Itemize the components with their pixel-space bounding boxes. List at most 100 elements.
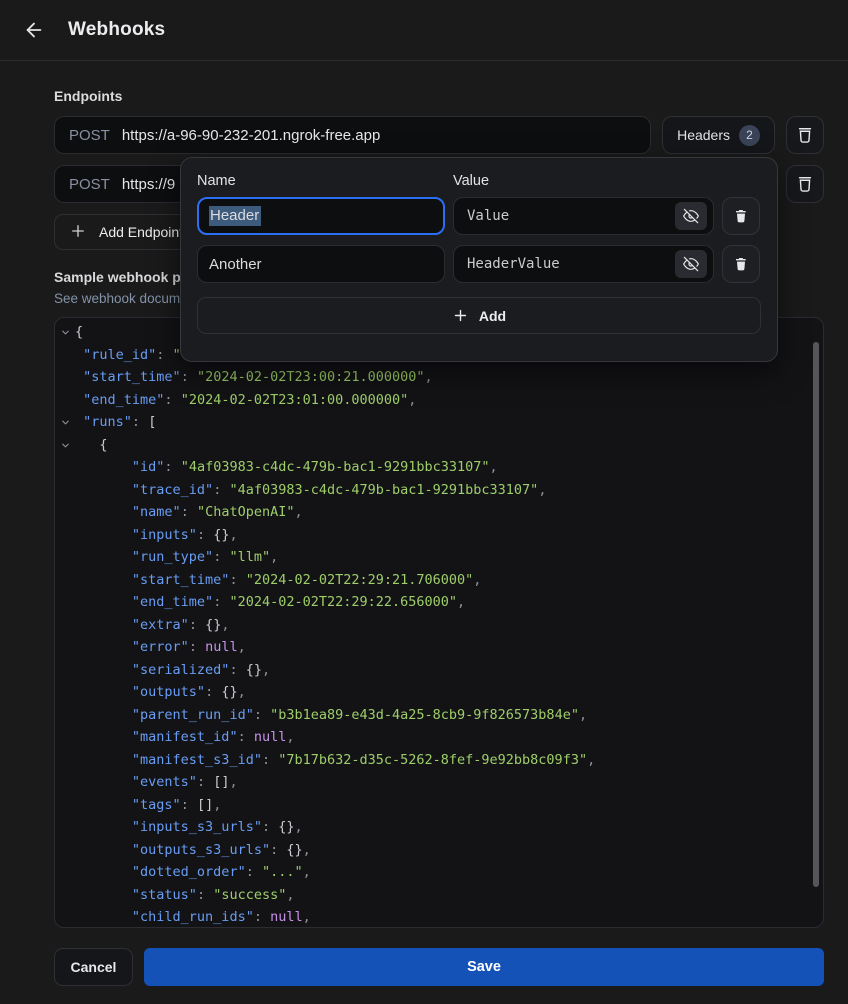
code-line-text: "run_type": "llm", [75,546,278,569]
code-gutter [55,816,75,839]
name-column-label: Name [197,173,453,189]
add-header-label: Add [479,308,506,324]
code-gutter [55,771,75,794]
code-line: "outputs": {}, [55,681,823,704]
http-method-label: POST [69,176,110,193]
code-line-text: "end_time": "2024-02-02T23:01:00.000000"… [75,389,416,412]
header-name-input[interactable]: Header [197,197,445,235]
code-line: "error": null, [55,636,823,659]
code-line: "child_run_ids": null, [55,906,823,928]
code-line: "id": "4af03983-c4dc-479b-bac1-9291bbc33… [55,456,823,479]
code-line: "start_time": "2024-02-02T22:29:21.70600… [55,569,823,592]
code-gutter [55,591,75,614]
code-line-text: "end_time": "2024-02-02T22:29:22.656000"… [75,591,465,614]
code-gutter [55,569,75,592]
trash-icon [733,256,749,272]
code-line: "runs": [ [55,411,823,434]
headers-count-badge: 2 [739,125,760,146]
code-line-text: "events": [], [75,771,238,794]
code-line: "inputs_s3_urls": {}, [55,816,823,839]
code-line-text: "start_time": "2024-02-02T23:00:21.00000… [75,366,433,389]
code-line: "end_time": "2024-02-02T22:29:22.656000"… [55,591,823,614]
save-button[interactable]: Save [144,948,824,986]
code-line: "manifest_s3_id": "7b17b632-d35c-5262-8f… [55,749,823,772]
eye-off-icon [683,256,699,272]
plus-icon [452,307,469,324]
toggle-value-visibility-button[interactable] [675,202,707,230]
code-line: "inputs": {}, [55,524,823,547]
delete-endpoint-button[interactable] [786,116,824,154]
code-gutter [55,456,75,479]
code-line-text: "tags": [], [75,794,221,817]
code-line-text: "outputs": {}, [75,681,246,704]
toggle-value-visibility-button[interactable] [675,250,707,278]
code-line-text: "name": "ChatOpenAI", [75,501,303,524]
code-line: "tags": [], [55,794,823,817]
trash-icon [795,125,815,145]
code-gutter [55,839,75,862]
code-gutter [55,681,75,704]
code-line-text: { [75,321,83,344]
cancel-button[interactable]: Cancel [54,948,133,986]
code-gutter [55,389,75,412]
code-line-text: "child_run_ids": null, [75,906,311,928]
header-value-input[interactable]: HeaderValue [453,245,714,283]
add-header-button[interactable]: Add [197,297,761,334]
code-gutter [55,524,75,547]
code-gutter [55,861,75,884]
code-line: "extra": {}, [55,614,823,637]
header-name-value: Header [209,206,261,226]
code-line-text: "outputs_s3_urls": {}, [75,839,311,862]
code-gutter [55,704,75,727]
chevron-down-icon[interactable] [55,434,75,457]
code-line-text: "id": "4af03983-c4dc-479b-bac1-9291bbc33… [75,456,498,479]
code-line-text: "serialized": {}, [75,659,270,682]
code-gutter [55,479,75,502]
code-gutter [55,659,75,682]
endpoint-url-input[interactable]: POST https://a-96-90-232-201.ngrok-free.… [54,116,651,154]
headers-button-label: Headers [677,127,730,143]
code-line-text: "manifest_id": null, [75,726,295,749]
endpoint-url-value: https://9 [122,176,175,193]
code-line: "status": "success", [55,884,823,907]
code-gutter [55,344,75,367]
code-block[interactable]: { "rule_id": "...", "start_time": "2024-… [54,317,824,928]
chevron-down-icon[interactable] [55,411,75,434]
endpoint-url-value: https://a-96-90-232-201.ngrok-free.app [122,127,381,144]
header-value-text: Value [467,208,675,224]
code-line: "start_time": "2024-02-02T23:00:21.00000… [55,366,823,389]
header-value-input[interactable]: Value [453,197,714,235]
code-line-text: "inputs_s3_urls": {}, [75,816,303,839]
http-method-label: POST [69,127,110,144]
code-line: "dotted_order": "...", [55,861,823,884]
code-gutter [55,726,75,749]
code-gutter [55,884,75,907]
code-line: { [55,434,823,457]
chevron-down-icon[interactable] [55,321,75,344]
footer-actions: Cancel Save [54,948,824,986]
value-column-label: Value [453,173,489,189]
code-line: "run_type": "llm", [55,546,823,569]
code-gutter [55,366,75,389]
back-button[interactable] [18,14,50,46]
code-line-text: "parent_run_id": "b3b1ea89-e43d-4a25-8cb… [75,704,587,727]
code-line-text: "inputs": {}, [75,524,238,547]
header-name-input[interactable]: Another [197,245,445,283]
endpoints-label: Endpoints [54,88,824,104]
header-row: Another HeaderValue [197,245,761,283]
code-lines: { "rule_id": "...", "start_time": "2024-… [55,321,823,928]
scrollbar-thumb[interactable] [813,342,819,887]
code-line: "trace_id": "4af03983-c4dc-479b-bac1-929… [55,479,823,502]
headers-button[interactable]: Headers 2 [662,116,775,154]
code-line-text: { [75,434,108,457]
code-line: "events": [], [55,771,823,794]
code-gutter [55,636,75,659]
code-line: "serialized": {}, [55,659,823,682]
delete-header-button[interactable] [722,245,760,283]
code-line: "end_time": "2024-02-02T23:01:00.000000"… [55,389,823,412]
code-line: "name": "ChatOpenAI", [55,501,823,524]
code-line: "parent_run_id": "b3b1ea89-e43d-4a25-8cb… [55,704,823,727]
header-name-value: Another [209,256,262,273]
delete-header-button[interactable] [722,197,760,235]
delete-endpoint-button[interactable] [786,165,824,203]
